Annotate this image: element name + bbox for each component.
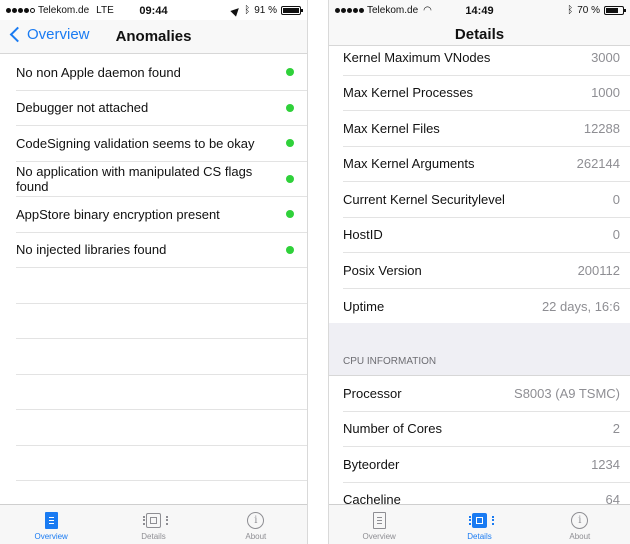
- detail-row: Max Kernel Processes 1000: [343, 76, 630, 111]
- status-bar: Telekom.de ◠ 14:49 ᛒ 70 %: [329, 0, 630, 20]
- chip-icon: [468, 513, 494, 528]
- bluetooth-icon: ᛒ: [244, 5, 251, 16]
- empty-row: [16, 375, 307, 410]
- detail-value: 0: [612, 191, 620, 207]
- battery-percent: 91 %: [254, 5, 277, 16]
- anomalies-list: No non Apple daemon found Debugger not a…: [0, 55, 307, 517]
- status-ok-indicator: [286, 103, 294, 112]
- status-ok-indicator: [286, 245, 294, 254]
- tab-about[interactable]: i About: [530, 505, 630, 544]
- section-header-cpu: CPU INFORMATION: [329, 350, 630, 376]
- detail-value: S8003 (A9 TSMC): [514, 385, 620, 401]
- battery-percent: 70 %: [577, 5, 600, 16]
- page-title: Details: [454, 26, 505, 43]
- document-icon: [44, 512, 58, 529]
- list-item-label: No non Apple daemon found: [16, 64, 181, 80]
- detail-label: Processor: [343, 385, 402, 401]
- page-title: Anomalies: [115, 28, 192, 45]
- detail-row: Byteorder 1234: [343, 447, 630, 483]
- list-item-label: AppStore binary encryption present: [16, 206, 220, 222]
- list-item-label: Debugger not attached: [16, 100, 149, 116]
- empty-row: [16, 339, 307, 375]
- battery-icon: [604, 6, 626, 15]
- tab-details[interactable]: Details: [102, 505, 204, 544]
- list-item-label: No application with manipulated CS flags…: [16, 163, 253, 194]
- empty-row: [16, 268, 307, 304]
- details-list: Kernel Maximum VNodes 3000 Max Kernel Pro…: [329, 40, 630, 518]
- detail-value: 200112: [577, 262, 620, 278]
- document-icon: [372, 512, 386, 529]
- detail-label: Uptime: [343, 298, 385, 314]
- tab-about[interactable]: i About: [205, 505, 307, 544]
- status-ok-indicator: [286, 68, 294, 77]
- detail-label: Kernel Maximum VNodes: [343, 49, 491, 65]
- detail-label: HostID: [343, 227, 383, 243]
- section-spacer: [329, 323, 630, 350]
- tab-label: Overview: [34, 532, 68, 541]
- list-item[interactable]: No injected libraries found: [16, 233, 307, 268]
- list-item[interactable]: Debugger not attached: [16, 91, 307, 126]
- empty-row: [16, 410, 307, 446]
- chip-icon: [142, 513, 168, 528]
- status-ok-indicator: [286, 174, 294, 183]
- tab-overview[interactable]: Overview: [0, 505, 102, 544]
- detail-value: 262144: [576, 156, 620, 172]
- list-item-label: CodeSigning validation seems to be okay: [16, 135, 255, 151]
- battery-icon: [281, 6, 303, 15]
- detail-row: Uptime 22 days, 16:6: [343, 289, 630, 325]
- detail-label: Max Kernel Processes: [343, 85, 474, 101]
- tab-label: About: [569, 532, 591, 541]
- detail-value: 3000: [591, 49, 620, 65]
- detail-value: 22 days, 16:6: [541, 298, 620, 314]
- navigation-bar: Details: [329, 20, 630, 46]
- info-icon: i: [247, 512, 265, 529]
- detail-value: 2: [612, 421, 620, 437]
- detail-row: Current Kernel Securitylevel 0: [343, 182, 630, 218]
- status-bar: Telekom.de LTE 09:44 ᛒ 91 %: [0, 0, 307, 20]
- status-ok-indicator: [286, 210, 294, 219]
- tab-bar: Overview Details i About: [329, 504, 630, 544]
- tab-label: Overview: [362, 532, 396, 541]
- empty-row: [16, 304, 307, 339]
- tab-label: Details: [467, 532, 492, 541]
- tab-label: Details: [141, 532, 166, 541]
- location-icon: [230, 4, 242, 17]
- detail-row: Max Kernel Files 12288: [343, 111, 630, 147]
- detail-value: 1234: [591, 456, 620, 472]
- detail-label: Max Kernel Arguments: [343, 156, 475, 172]
- tab-details[interactable]: Details: [429, 505, 529, 544]
- navigation-bar: Overview Anomalies: [0, 20, 307, 54]
- tab-label: About: [245, 532, 267, 541]
- tab-overview[interactable]: Overview: [329, 505, 429, 544]
- detail-label: Max Kernel Files: [343, 120, 440, 136]
- detail-row: Processor S8003 (A9 TSMC): [343, 376, 630, 412]
- detail-value: 1000: [591, 85, 620, 101]
- detail-row: Posix Version 200112: [343, 253, 630, 289]
- detail-row: HostID 0: [343, 218, 630, 253]
- status-ok-indicator: [286, 139, 294, 148]
- phone-screen-anomalies: Telekom.de LTE 09:44 ᛒ 91 % Overview Ano…: [0, 0, 308, 544]
- detail-label: Current Kernel Securitylevel: [343, 191, 505, 207]
- info-icon: i: [571, 512, 589, 529]
- detail-row: Number of Cores 2: [343, 412, 630, 447]
- list-item-label: No injected libraries found: [16, 242, 167, 258]
- bluetooth-icon: ᛒ: [567, 5, 574, 16]
- detail-label: Posix Version: [343, 262, 422, 278]
- detail-value: 12288: [583, 120, 620, 136]
- empty-row: [16, 446, 307, 481]
- detail-value: 0: [612, 227, 620, 243]
- list-item[interactable]: CodeSigning validation seems to be okay: [16, 126, 307, 162]
- detail-label: Byteorder: [343, 456, 400, 472]
- detail-row: Max Kernel Arguments 262144: [343, 147, 630, 182]
- list-item[interactable]: No application with manipulated CS flags…: [16, 162, 307, 197]
- detail-label: Number of Cores: [343, 421, 442, 437]
- phone-screen-details: Kernel Maximum VNodes 3000 Max Kernel Pro…: [328, 0, 630, 544]
- list-item[interactable]: No non Apple daemon found: [16, 55, 307, 91]
- tab-bar: Overview Details i About: [0, 504, 307, 544]
- list-item[interactable]: AppStore binary encryption present: [16, 197, 307, 233]
